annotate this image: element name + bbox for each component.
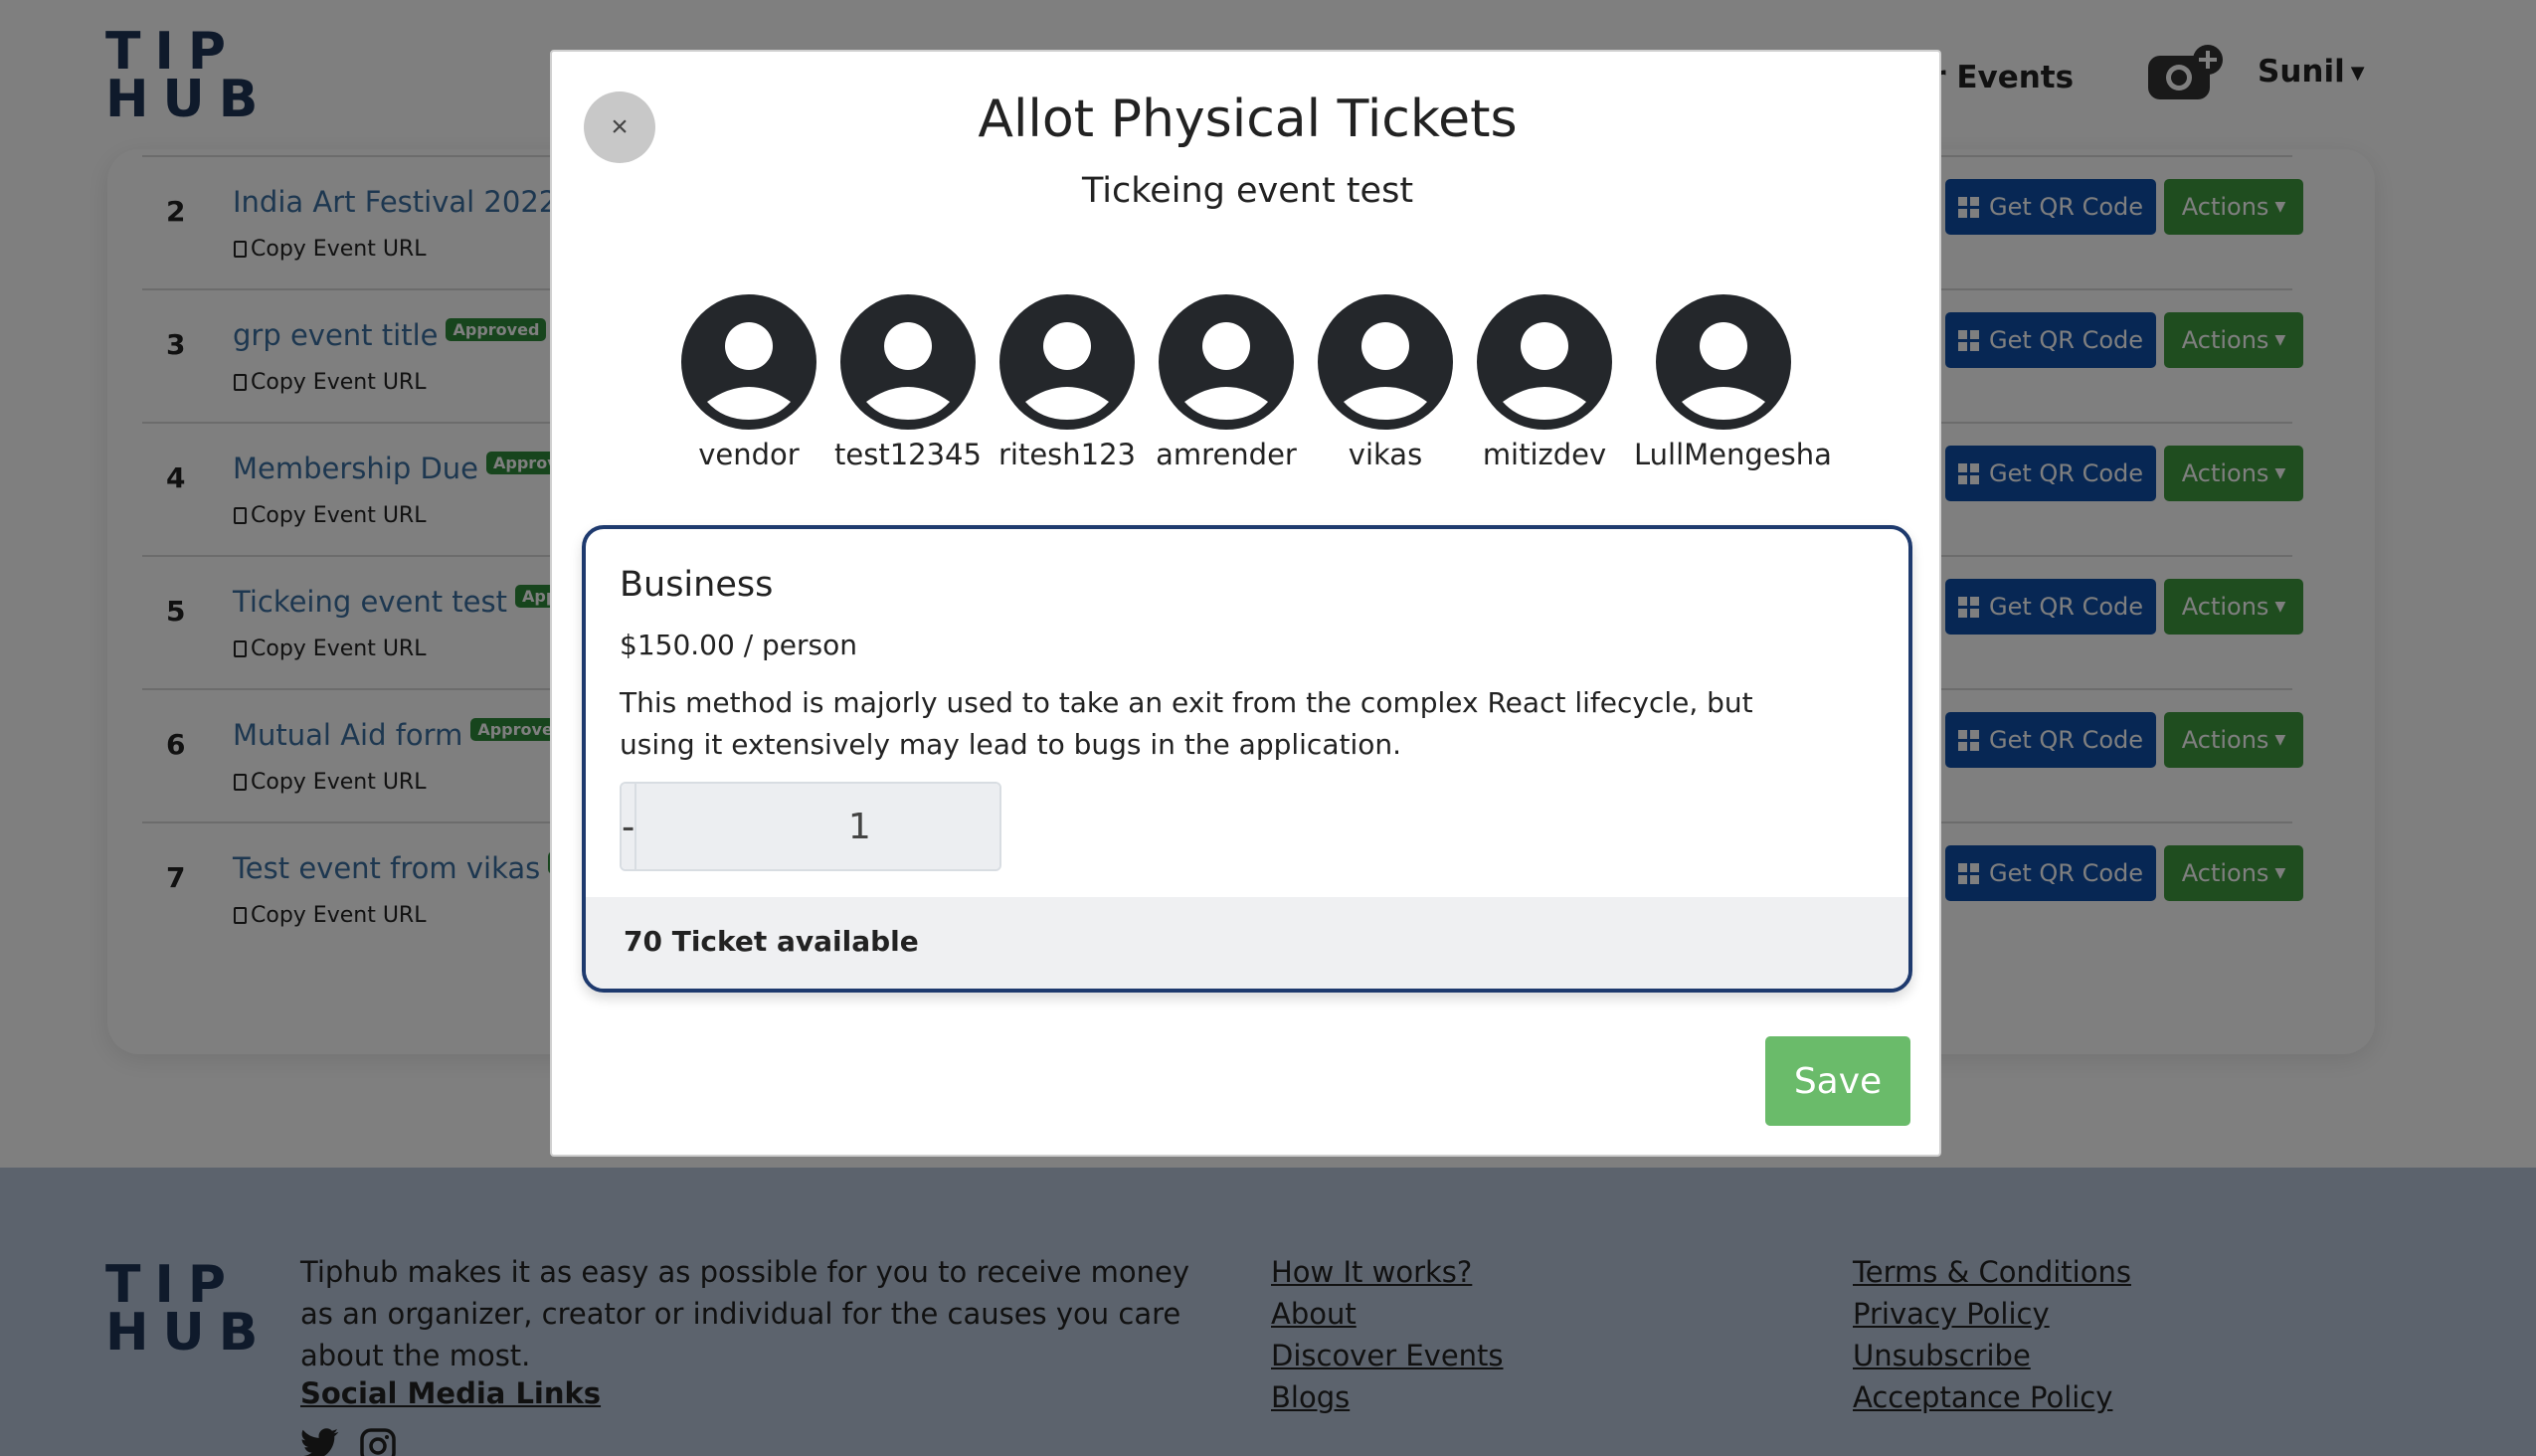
user-avatar-icon: [1318, 294, 1453, 430]
quantity-stepper: - +: [620, 782, 1001, 871]
user-name-label: LullMengesha: [1634, 438, 1832, 471]
user-name-label: test12345: [834, 438, 982, 471]
user-name-label: vendor: [698, 438, 800, 471]
ticket-description: This method is majorly used to take an e…: [620, 686, 1753, 761]
quantity-input[interactable]: [636, 784, 999, 869]
ticket-name: Business: [620, 565, 774, 605]
user-name-label: mitizdev: [1482, 438, 1607, 471]
user-option-4[interactable]: vikas: [1296, 294, 1475, 471]
user-option-6[interactable]: LullMengesha: [1634, 294, 1832, 471]
decrement-button[interactable]: -: [622, 784, 637, 869]
user-option-5[interactable]: mitizdev: [1455, 294, 1634, 471]
allot-tickets-modal: × Allot Physical Tickets Tickeing event …: [550, 50, 1941, 1157]
user-option-2[interactable]: ritesh123: [978, 294, 1157, 471]
user-name-label: ritesh123: [997, 438, 1137, 471]
ticket-footer: 70 Ticket available: [586, 897, 1908, 989]
user-option-0[interactable]: vendor: [659, 294, 838, 471]
user-avatar-icon: [1656, 294, 1791, 430]
ticket-available-count: 70 Ticket available: [624, 925, 919, 958]
user-avatar-icon: [1159, 294, 1294, 430]
user-list: vendor test12345 ritesh123 amrender vikas mit…: [552, 294, 1943, 483]
modal-title: Allot Physical Tickets: [978, 90, 1518, 149]
save-button[interactable]: Save: [1765, 1036, 1910, 1126]
user-avatar-icon: [1477, 294, 1612, 430]
user-avatar-icon: [681, 294, 816, 430]
user-option-1[interactable]: test12345: [818, 294, 997, 471]
ticket-card-business[interactable]: Business $150.00 / person This method is…: [582, 525, 1912, 993]
user-option-3[interactable]: amrender: [1137, 294, 1316, 471]
user-name-label: vikas: [1348, 438, 1423, 471]
user-avatar-icon: [999, 294, 1135, 430]
modal-subtitle: Tickeing event test: [1081, 171, 1414, 211]
user-name-label: amrender: [1156, 438, 1297, 471]
ticket-price: $150.00 / person: [620, 629, 857, 661]
user-avatar-icon: [840, 294, 976, 430]
